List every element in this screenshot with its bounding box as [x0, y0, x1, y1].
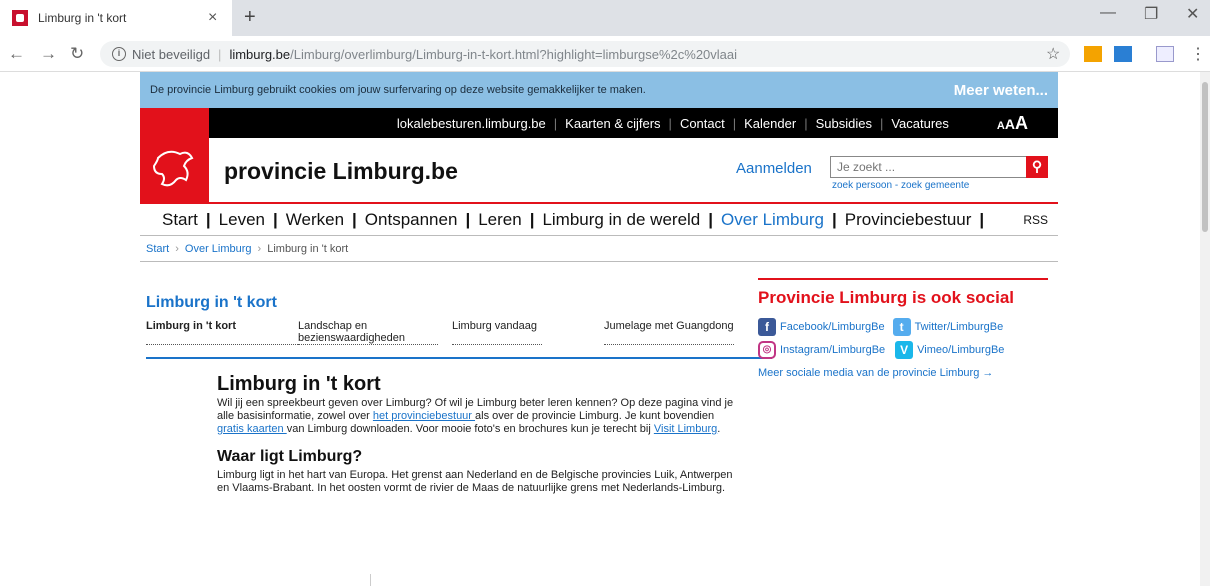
article: Limburg in 't kort Wil jij een spreekbeu… — [217, 373, 737, 495]
main-nav: Start | Leven | Werken | Ontspannen | Leren |… — [140, 204, 1058, 236]
back-icon[interactable]: ← — [8, 44, 25, 64]
breadcrumb-over-limburg[interactable]: Over Limburg — [185, 243, 252, 255]
search-input[interactable] — [830, 156, 1048, 178]
social-row-2: ◎ Instagram/LimburgBe V Vimeo/LimburgBe — [758, 341, 1048, 359]
instagram-icon[interactable]: ◎ — [758, 341, 776, 359]
site-container: De provincie Limburg gebruikt cookies om… — [140, 72, 1058, 262]
cookie-bar: De provincie Limburg gebruikt cookies om… — [140, 72, 1058, 108]
top-links-bar: lokalebesturen.limburg.be | Kaarten & cij… — [140, 108, 1058, 138]
extension-chart-icon[interactable] — [1084, 46, 1102, 62]
breadcrumb: Start › Over Limburg › Limburg in 't kor… — [140, 236, 1058, 262]
link-provinciebestuur[interactable]: het provinciebestuur — [373, 410, 475, 422]
search-municipality-link[interactable]: zoek gemeente — [901, 180, 969, 191]
facebook-icon[interactable]: f — [758, 318, 776, 336]
social-row-1: f Facebook/LimburgBe t Twitter/LimburgBe — [758, 318, 1048, 336]
instagram-link[interactable]: Instagram/LimburgBe — [780, 344, 885, 356]
reload-icon[interactable]: ↻ — [70, 44, 84, 64]
top-link-lokalebesturen[interactable]: lokalebesturen.limburg.be — [397, 116, 546, 131]
nav-provinciebestuur[interactable]: Provinciebestuur — [845, 210, 972, 230]
address-separator: | — [218, 46, 222, 62]
minimize-icon[interactable]: — — [1100, 4, 1116, 22]
menu-kebab-icon[interactable]: ⋮ — [1190, 44, 1206, 64]
page-scrollbar[interactable] — [1200, 72, 1210, 586]
vimeo-link[interactable]: Vimeo/LimburgBe — [917, 344, 1004, 356]
bookmark-star-icon[interactable]: ☆ — [1046, 44, 1060, 64]
top-link-vacatures[interactable]: Vacatures — [891, 116, 949, 131]
subnav-jumelage[interactable]: Jumelage met Guangdong — [604, 320, 734, 345]
link-gratis-kaarten[interactable]: gratis kaarten — [217, 423, 287, 435]
subnav-limburg-vandaag[interactable]: Limburg vandaag — [452, 320, 542, 345]
not-secure-label: Niet beveiligd — [132, 46, 211, 62]
twitter-icon[interactable]: t — [892, 318, 911, 336]
top-link-contact[interactable]: Contact — [680, 116, 725, 131]
top-link-kaarten[interactable]: Kaarten & cijfers — [565, 116, 660, 131]
twitter-link[interactable]: Twitter/LimburgBe — [915, 321, 1004, 333]
browser-toolbar: ← → ↻ i Niet beveiligd | limburg.be /Lim… — [0, 36, 1210, 72]
nav-ontspannen[interactable]: Ontspannen — [365, 210, 458, 230]
browser-tab[interactable]: Limburg in 't kort × — [0, 0, 232, 36]
sub-navigation: Limburg in 't kort Landschap en beziensw… — [146, 320, 772, 359]
nav-werken[interactable]: Werken — [286, 210, 344, 230]
section-title: Limburg in 't kort — [146, 294, 277, 311]
extension-new-icon[interactable] — [1114, 46, 1132, 62]
search-button[interactable]: ⚲ — [1026, 156, 1048, 178]
breadcrumb-start[interactable]: Start — [146, 243, 169, 255]
brand-row: provincie Limburg.be Aanmelden ⚲ zoek pe… — [140, 138, 1058, 204]
link-visit-limburg[interactable]: Visit Limburg — [654, 423, 717, 435]
facebook-link[interactable]: Facebook/LimburgBe — [780, 321, 885, 333]
nav-over-limburg[interactable]: Over Limburg — [721, 210, 824, 230]
breadcrumb-current: Limburg in 't kort — [267, 242, 349, 255]
top-link-subsidies[interactable]: Subsidies — [816, 116, 872, 131]
tab-title: Limburg in 't kort — [38, 11, 127, 25]
url-path: /Limburg/overlimburg/Limburg-in-t-kort.h… — [290, 46, 738, 62]
map-divider — [370, 574, 371, 586]
vimeo-icon[interactable]: V — [895, 341, 914, 359]
article-location-text: Limburg ligt in het hart van Europa. Het… — [217, 469, 733, 494]
top-link-kalender[interactable]: Kalender — [744, 116, 796, 131]
nav-limburg-in-de-wereld[interactable]: Limburg in de wereld — [542, 210, 700, 230]
article-intro: Wil jij een spreekbeurt geven over Limbu… — [217, 397, 734, 435]
province-logo[interactable] — [140, 108, 209, 204]
info-icon[interactable]: i — [112, 47, 126, 61]
extension-vlaio-icon[interactable] — [1156, 46, 1174, 62]
url-host: limburg.be — [229, 46, 291, 62]
close-window-icon[interactable]: ✕ — [1186, 4, 1199, 24]
left-column: Limburg in 't kort Limburg in 't kort La… — [146, 294, 772, 359]
new-tab-button[interactable]: + — [244, 6, 256, 29]
subnav-limburg-in-t-kort[interactable]: Limburg in 't kort — [146, 320, 298, 345]
rss-link[interactable]: RSS — [1023, 213, 1048, 227]
nav-leven[interactable]: Leven — [219, 210, 265, 230]
search-sub-links: zoek persoon - zoek gemeente — [832, 180, 970, 191]
chevron-right-icon: › — [175, 242, 179, 255]
page-viewport: De provincie Limburg gebruikt cookies om… — [0, 72, 1200, 586]
article-subheading: Waar ligt Limburg? — [217, 448, 363, 465]
close-tab-icon[interactable]: × — [208, 9, 217, 27]
site-favicon-icon — [12, 10, 28, 26]
login-link[interactable]: Aanmelden — [736, 160, 812, 177]
address-bar[interactable]: i Niet beveiligd | limburg.be /Limburg/o… — [100, 41, 1070, 67]
search-person-link[interactable]: zoek persoon — [832, 180, 892, 191]
browser-tabbar: Limburg in 't kort × + — ❐ ✕ — [0, 0, 1210, 36]
nav-start[interactable]: Start — [162, 210, 198, 230]
subnav-landschap[interactable]: Landschap en bezienswaardigheden — [298, 320, 438, 345]
scrollbar-thumb[interactable] — [1202, 82, 1208, 232]
nav-leren[interactable]: Leren — [478, 210, 521, 230]
forward-icon[interactable]: → — [40, 44, 57, 64]
more-social-link[interactable]: Meer sociale media van de provincie Limb… — [758, 367, 1048, 379]
chevron-right-icon: › — [257, 242, 262, 255]
maximize-icon[interactable]: ❐ — [1144, 4, 1158, 24]
cookie-text: De provincie Limburg gebruikt cookies om… — [150, 84, 646, 96]
social-title: Provincie Limburg is ook social — [758, 288, 1015, 307]
article-heading: Limburg in 't kort — [217, 373, 381, 395]
font-size-control[interactable]: AAA — [997, 113, 1028, 134]
site-brand[interactable]: provincie Limburg.be — [224, 158, 458, 185]
cookie-more-link[interactable]: Meer weten... — [954, 82, 1048, 99]
social-panel: Provincie Limburg is ook social f Facebo… — [758, 278, 1048, 379]
